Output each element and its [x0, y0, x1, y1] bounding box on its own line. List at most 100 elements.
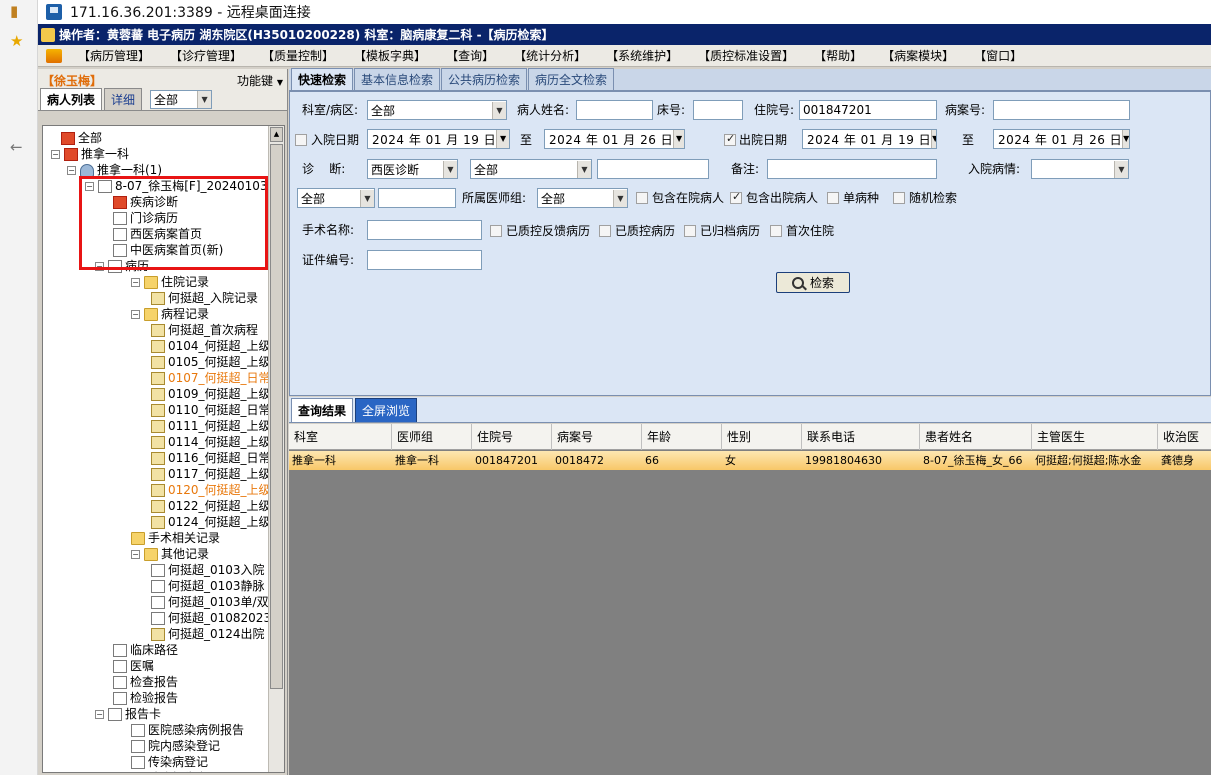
tree-node[interactable]: − 住院记录 [131, 274, 209, 290]
menu-case-module[interactable]: 【病案模块】 [872, 47, 964, 64]
tree-node[interactable]: − 推拿一科 [51, 146, 129, 162]
single-disease-checkbox[interactable] [827, 192, 839, 204]
tree-node[interactable]: 0111_何挺超_上级 [151, 418, 271, 434]
column-header[interactable]: 主管医生 [1032, 424, 1158, 450]
archived-checkbox[interactable] [684, 225, 696, 237]
menu-statistics[interactable]: 【统计分析】 [504, 47, 596, 64]
scope-select[interactable]: 全部 ▼ [297, 188, 375, 208]
table-row[interactable]: 推拿一科 推拿一科 001847201 0018472 66 女 19981804630 8-… [289, 451, 1211, 470]
discharge-date-from[interactable]: 2024 年 01 月 19 日▼ [802, 129, 937, 149]
menu-record-management[interactable]: 【病历管理】 [68, 47, 160, 64]
tab-query-results[interactable]: 查询结果 [291, 398, 354, 422]
dept-select[interactable]: 全部 ▼ [367, 100, 507, 120]
search-button[interactable]: 检索 [776, 272, 850, 293]
menu-diagnosis-management[interactable]: 【诊疗管理】 [160, 47, 252, 64]
menu-query[interactable]: 【查询】 [436, 47, 504, 64]
tree-node[interactable]: 何挺超_0103静脉 [151, 578, 265, 594]
tree-node[interactable]: 传染病登记 [131, 754, 208, 770]
tree-node[interactable]: 0124_何挺超_上级 [151, 514, 271, 530]
menu-app-icon[interactable] [46, 48, 62, 63]
discharge-date-checkbox[interactable] [724, 132, 736, 146]
menu-help[interactable]: 【帮助】 [804, 47, 872, 64]
column-header[interactable]: 医师组 [392, 424, 472, 450]
column-header[interactable]: 科室 [289, 424, 392, 450]
tree-node[interactable]: 肿瘤报告书写 [131, 770, 220, 772]
menu-qc-standards[interactable]: 【质控标准设置】 [688, 47, 804, 64]
column-header[interactable]: 性别 [722, 424, 802, 450]
tree-node[interactable]: 检查报告 [113, 674, 178, 690]
id-number-input[interactable] [367, 250, 482, 270]
scope-text-input[interactable] [378, 188, 456, 208]
menu-template-dictionary[interactable]: 【模板字典】 [344, 47, 436, 64]
menu-quality-control[interactable]: 【质量控制】 [252, 47, 344, 64]
admit-date-to[interactable]: 2024 年 01 月 26 日 ▼ [544, 129, 685, 149]
admit-date-checkbox[interactable] [295, 134, 307, 146]
tree-node[interactable]: 0116_何挺超_日常 [151, 450, 271, 466]
qc-done-checkbox[interactable] [599, 225, 611, 237]
diagnosis-text-input[interactable] [597, 159, 709, 179]
tree-node[interactable]: 何挺超_首次病程 [151, 322, 258, 338]
tree-node[interactable]: − 病程记录 [131, 306, 209, 322]
column-header[interactable]: 住院号 [472, 424, 552, 450]
tab-detail[interactable]: 详细 [104, 88, 143, 110]
tree-node[interactable]: 何挺超_0124出院 [151, 626, 265, 642]
tree-node[interactable]: 何挺超_01082023 [151, 610, 271, 626]
tree-node[interactable]: 临床路径 [113, 642, 178, 658]
diagnosis-scope-select[interactable]: 全部 ▼ [470, 159, 592, 179]
tree-node[interactable]: 何挺超_0103入院 [151, 562, 265, 578]
tab-quick-search[interactable]: 快速检索 [291, 68, 354, 90]
include-discharged-checkbox[interactable] [730, 190, 742, 204]
menu-window[interactable]: 【窗口】 [964, 47, 1032, 64]
tab-fulltext-search[interactable]: 病历全文检索 [528, 68, 615, 90]
tab-fullscreen-browse[interactable]: 全屏浏览 [355, 398, 418, 422]
tree-node[interactable]: 医嘱 [113, 658, 154, 674]
diagnosis-type-select[interactable]: 西医诊断 ▼ [367, 159, 458, 179]
tree-node[interactable]: − 其他记录 [131, 546, 209, 562]
patient-filter-select[interactable]: 全部 ▼ [150, 90, 213, 109]
collapse-icon[interactable]: − [51, 149, 60, 159]
tab-public-record-search[interactable]: 公共病历检索 [441, 68, 528, 90]
tree-node[interactable]: 0117_何挺超_上级 [151, 466, 271, 482]
first-admission-checkbox[interactable] [770, 225, 782, 237]
tree-node[interactable]: − 报告卡 [95, 706, 161, 722]
tree-node[interactable]: 0114_何挺超_上级 [151, 434, 271, 450]
back-arrow-icon[interactable]: ← [10, 138, 23, 156]
tree-node[interactable]: 何挺超_入院记录 [151, 290, 258, 306]
tree-node[interactable]: 0109_何挺超_上级 [151, 386, 271, 402]
tab-patient-list[interactable]: 病人列表 [40, 88, 103, 110]
tab-basic-info-search[interactable]: 基本信息检索 [354, 68, 441, 90]
patient-name-input[interactable] [576, 100, 653, 120]
bed-input[interactable] [693, 100, 743, 120]
column-header[interactable]: 年龄 [642, 424, 722, 450]
column-header[interactable]: 联系电话 [802, 424, 920, 450]
tree-node[interactable]: 院内感染登记 [131, 738, 220, 754]
qc-feedback-checkbox[interactable] [490, 225, 502, 237]
tree-node[interactable]: 0105_何挺超_上级 [151, 354, 271, 370]
menu-system-maintenance[interactable]: 【系统维护】 [596, 47, 688, 64]
tree-node[interactable]: 0122_何挺超_上级 [151, 498, 271, 514]
tree-scrollbar[interactable]: ▲ [268, 126, 284, 772]
collapse-icon[interactable]: − [131, 277, 140, 287]
surgery-name-input[interactable] [367, 220, 482, 240]
remark-input[interactable] [767, 159, 937, 179]
column-header[interactable]: 患者姓名 [920, 424, 1032, 450]
collapse-icon[interactable]: − [67, 165, 76, 175]
record-no-input[interactable] [993, 100, 1130, 120]
include-inhospital-checkbox[interactable] [636, 192, 648, 204]
tree-node[interactable]: 医院感染病例报告 [131, 722, 244, 738]
scroll-thumb[interactable] [270, 144, 283, 689]
column-header[interactable]: 收治医 [1158, 424, 1211, 450]
inpatient-no-input[interactable]: 001847201 [799, 100, 937, 120]
random-search-checkbox[interactable] [893, 192, 905, 204]
tree-node[interactable]: 0110_何挺超_日常 [151, 402, 271, 418]
admit-date-from[interactable]: 2024 年 01 月 19 日 ▼ [367, 129, 510, 149]
tree-node[interactable]: 0120_何挺超_上级 [151, 482, 271, 498]
tree-node[interactable]: 0104_何挺超_上级 [151, 338, 271, 354]
tree-node[interactable]: 检验报告 [113, 690, 178, 706]
function-key-menu[interactable]: 功能键 ▼ [237, 72, 283, 89]
column-header[interactable]: 病案号 [552, 424, 642, 450]
tree-node[interactable]: 手术相关记录 [131, 530, 220, 546]
doctor-group-select[interactable]: 全部 ▼ [537, 188, 628, 208]
tree-node[interactable]: 全部 [61, 130, 102, 146]
tree-node[interactable]: 0107_何挺超_日常 [151, 370, 271, 386]
